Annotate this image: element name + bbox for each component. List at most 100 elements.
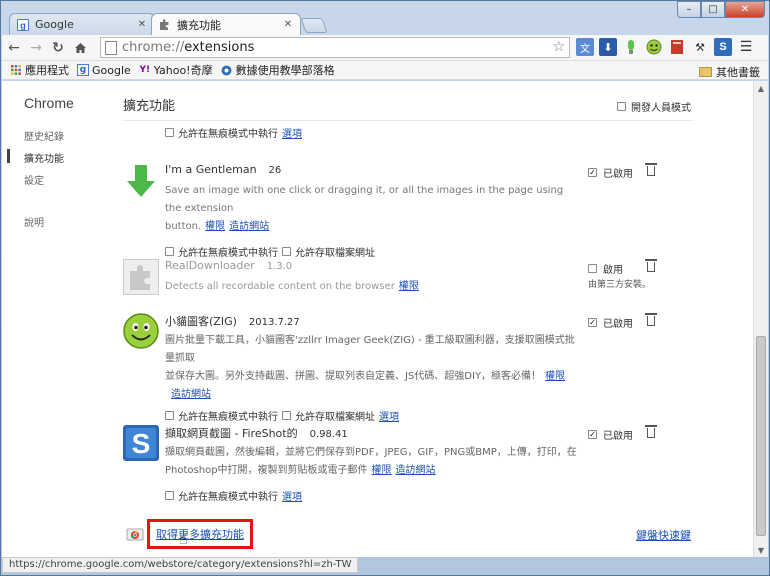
incognito-label: 允許在無痕模式中執行 [178,248,278,259]
page-title: 擴充功能 [123,99,176,114]
enable-toggle[interactable]: 已啟用 [588,165,633,180]
file-access-checkbox[interactable] [282,411,291,420]
enabled-checkbox[interactable] [588,318,597,327]
toolbar: ← → ↻ chrome://extensions ☆ 文 ⬇ ⚒ S ☰ [2,35,768,61]
scrollbar[interactable]: ▲ ▼ [753,81,768,557]
dev-mode-checkbox[interactable] [617,102,626,111]
tab-extensions[interactable]: 擴充功能 ✕ [151,13,301,35]
file-access-checkbox[interactable] [282,247,291,256]
bookmark-label: 應用程式 [25,64,69,77]
smiley-ext-icon[interactable] [645,38,663,56]
description-line: 擷取網頁截圖，然後編輯，並將它們保存到PDF，JPEG，GIF，PNG或BMP，… [165,447,577,458]
incognito-checkbox[interactable] [165,491,174,500]
enable-toggle[interactable]: 已啟用 [588,315,633,330]
menu-icon[interactable]: ☰ [737,38,755,56]
enabled-label: 已啟用 [603,169,633,180]
forward-icon[interactable]: → [26,38,46,58]
options-link[interactable]: 選項 [282,488,302,503]
file-access-label: 允許存取檔案網址 [295,412,375,423]
close-tab-icon[interactable]: ✕ [282,19,294,30]
wrench-ext-icon[interactable]: ⚒ [691,38,709,56]
download-arrow-icon [123,163,159,199]
get-more-extensions-link[interactable]: 取得更多擴充功能 [147,519,253,549]
developer-mode-toggle[interactable]: 開發人員模式 [617,99,691,114]
other-bookmarks-label: 其他書籤 [716,66,760,79]
lamp-ext-icon[interactable] [622,38,640,56]
tab-title: 擴充功能 [177,18,221,32]
incognito-checkbox[interactable] [165,411,174,420]
folder-icon [699,67,712,77]
sidebar-title: Chrome [24,95,74,111]
page-header: 擴充功能 開發人員模式 [123,81,693,121]
enable-toggle[interactable]: 啟用 [588,261,623,276]
keyboard-shortcuts-link[interactable]: 鍵盤快速鍵 [636,527,691,543]
permissions-link[interactable]: 權限 [545,371,565,382]
options-link[interactable]: 選項 [379,408,399,423]
trash-icon[interactable] [645,425,657,439]
permissions-link[interactable]: 權限 [205,221,225,232]
bookmark-blog[interactable]: 數據使用教學部落格 [221,62,335,78]
tab-title: Google [35,18,74,31]
other-bookmarks[interactable]: 其他書籤 [699,64,760,80]
puzzle-icon [158,18,172,32]
url-path: extensions [184,40,255,55]
file-access-label: 允許存取檔案網址 [295,248,375,259]
enabled-checkbox[interactable] [588,264,597,273]
minimize-button[interactable]: – [677,1,701,18]
visit-site-link[interactable]: 造訪網站 [229,221,269,232]
bookmark-apps[interactable]: 應用程式 [10,62,69,78]
incognito-checkbox[interactable] [165,247,174,256]
extension-name: 小貓圖客(ZIG) [165,315,237,328]
trash-icon[interactable] [645,259,657,273]
incognito-checkbox[interactable] [165,128,174,137]
extension-body: RealDownloader 1.3.0 Detects all recorda… [165,259,580,296]
new-tab-button[interactable] [300,18,328,33]
scrollbar-thumb[interactable] [756,336,766,536]
options-link[interactable]: 選項 [282,125,302,140]
puzzle-piece-icon [123,259,159,295]
description-line: Photoshop中打開，複製到剪貼板或電子郵件 [165,465,368,476]
translate-ext-icon[interactable]: 文 [576,38,594,56]
extension-body: 小貓圖客(ZIG) 2013.7.27 圖片批量下載工具，小貓圖客'zzllrr… [165,313,580,423]
smiley-face-icon [123,313,159,349]
extension-version: 0.98.41 [309,429,348,440]
permissions-link[interactable]: 權限 [372,465,392,476]
enable-toggle[interactable]: 已啟用 [588,427,633,442]
scroll-up-arrow-icon[interactable]: ▲ [754,81,768,95]
trash-icon[interactable] [645,163,657,177]
trash-icon[interactable] [645,313,657,327]
bookmark-yahoo[interactable]: Y! Yahoo!奇摩 [139,62,212,78]
extension-body: 擷取網頁截圖 - FireShot的 0.98.41 擷取網頁截圖，然後編輯，並… [165,425,580,503]
back-icon[interactable]: ← [4,38,24,58]
scroll-down-arrow-icon[interactable]: ▼ [754,543,768,557]
close-window-button[interactable]: ✕ [725,1,765,18]
enabled-checkbox[interactable] [588,168,597,177]
url-scheme: chrome:// [122,40,185,55]
bookmark-label: 數據使用教學部落格 [235,64,335,77]
tab-google[interactable]: g Google ✕ [9,13,155,35]
description-line: Save an image with one click or dragging… [165,185,564,214]
maximize-button[interactable]: □ [701,1,725,18]
star-icon[interactable]: ☆ [552,39,565,55]
visit-site-link[interactable]: 造訪網站 [171,389,211,400]
address-bar[interactable]: chrome://extensions ☆ [100,37,570,58]
status-bar: https://chrome.google.com/webstore/categ… [2,557,359,573]
sidebar-item-extensions[interactable]: 擴充功能 [24,150,64,165]
sidebar-item-help[interactable]: 說明 [24,214,44,229]
extension-body: I'm a Gentleman 26 Save an image with on… [165,163,580,259]
bookmark-google[interactable]: g Google [77,64,131,77]
extension-icons: 文 ⬇ ⚒ S ☰ [576,38,755,56]
fireshot-ext-icon[interactable]: S [714,38,732,56]
sidebar-item-settings[interactable]: 設定 [24,172,44,187]
sidebar-item-history[interactable]: 歷史紀錄 [24,128,64,143]
book-ext-icon[interactable] [668,38,686,56]
close-tab-icon[interactable]: ✕ [136,19,148,30]
reload-icon[interactable]: ↻ [48,38,68,58]
visit-site-link[interactable]: 造訪網站 [396,465,436,476]
permissions-link[interactable]: 權限 [399,281,419,292]
description-line: 並保存大圖。另外支持截圖、拼圖、提取列表自定義、JS代碼、超強DIY，極客必備！ [165,371,542,382]
download-ext-icon[interactable]: ⬇ [599,38,617,56]
enabled-checkbox[interactable] [588,430,597,439]
home-icon[interactable] [70,38,90,58]
description-line: button. [165,221,202,232]
